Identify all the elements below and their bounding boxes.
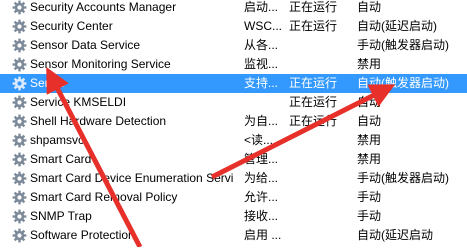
service-name: SNMP Trap [30, 209, 92, 223]
services-list: Security Accounts Manager 启动... 正在运行 自动 Secu… [0, 0, 467, 245]
service-row[interactable]: Smart Card Device Enumeration Servi 为给...… [0, 169, 467, 188]
service-name: Smart Card Removal Policy [30, 190, 178, 204]
service-name: Smart Card Device Enumeration Servi [30, 171, 234, 185]
service-row[interactable]: SNMP Trap 接收... 手动 [0, 207, 467, 226]
service-startup-type: 自动 [357, 114, 382, 128]
gear-service-icon [12, 114, 27, 129]
gear-service-icon [12, 0, 27, 15]
service-row[interactable]: Sensor Monitoring Service 监视... 禁用 [0, 55, 467, 74]
service-startup-type: 自动 [357, 95, 382, 109]
service-name: Smart Card [30, 152, 92, 166]
gear-service-icon [12, 76, 27, 91]
service-status [289, 207, 355, 226]
service-status [289, 169, 355, 188]
service-row[interactable]: Security Center WSC... 正在运行 自动(延迟启动) [0, 17, 467, 36]
service-description: 监视... [244, 57, 279, 71]
service-name: Sensor Monitoring Service [30, 57, 171, 71]
service-status: 正在运行 [289, 0, 338, 14]
service-name: Shell Hardware Detection [30, 114, 167, 128]
service-status [289, 36, 355, 55]
service-description: 接收... [244, 209, 279, 223]
service-description: 为自... [244, 114, 279, 128]
service-description: 为给... [244, 171, 279, 185]
service-status: 正在运行 [289, 95, 338, 109]
service-description: 支持... [244, 76, 279, 90]
gear-service-icon [12, 209, 27, 224]
service-row[interactable]: Server 支持... 正在运行 自动(触发器启动) [0, 74, 467, 93]
gear-service-icon [12, 38, 27, 53]
service-status: 正在运行 [289, 76, 338, 90]
service-status [289, 131, 355, 150]
service-row[interactable]: shpamsvc <读... 禁用 [0, 131, 467, 150]
service-description: 启用 ... [244, 228, 282, 242]
gear-service-icon [12, 133, 27, 148]
gear-service-icon [12, 152, 27, 167]
gear-service-icon [12, 95, 27, 110]
service-description: 管理... [244, 152, 279, 166]
service-row[interactable]: Service KMSELDI 正在运行 自动 [0, 93, 467, 112]
service-row[interactable]: Smart Card Removal Policy 允许... 手动 [0, 188, 467, 207]
service-row[interactable]: Shell Hardware Detection 为自... 正在运行 自动 [0, 112, 467, 131]
gear-service-icon [12, 171, 27, 186]
service-name: Software Protection [30, 228, 135, 242]
service-status [289, 188, 355, 207]
service-row[interactable]: Software Protection 启用 ... 自动(延迟启动 [0, 226, 467, 245]
service-startup-type: 手动 [357, 209, 382, 223]
service-name: Security Center [30, 19, 113, 33]
service-startup-type: 禁用 [357, 133, 382, 147]
service-description: WSC... [244, 19, 282, 33]
gear-service-icon [12, 228, 27, 243]
service-startup-type: 自动(延迟启动) [357, 19, 437, 33]
gear-service-icon [12, 190, 27, 205]
gear-service-icon [12, 57, 27, 72]
service-startup-type: 手动 [357, 190, 382, 204]
service-name: Server [30, 76, 66, 90]
service-row[interactable]: Security Accounts Manager 启动... 正在运行 自动 [0, 0, 467, 17]
service-status: 正在运行 [289, 19, 338, 33]
service-description: 允许... [244, 190, 279, 204]
service-startup-type: 自动 [357, 0, 382, 14]
service-status [289, 150, 355, 169]
service-status [289, 226, 355, 245]
service-name: Security Accounts Manager [30, 0, 177, 14]
service-status: 正在运行 [289, 114, 338, 128]
service-startup-type: 禁用 [357, 57, 382, 71]
service-description: 从各... [244, 38, 279, 52]
service-name: Service KMSELDI [30, 95, 127, 109]
service-description: 启动... [244, 0, 279, 14]
service-row[interactable]: Sensor Data Service 从各... 手动(触发器启动) [0, 36, 467, 55]
service-startup-type: 自动(触发器启动) [357, 76, 449, 90]
gear-service-icon [12, 19, 27, 34]
service-name: Sensor Data Service [30, 38, 141, 52]
service-description: <读... [244, 133, 274, 147]
service-row[interactable]: Smart Card 管理... 禁用 [0, 150, 467, 169]
service-startup-type: 自动(延迟启动 [357, 228, 433, 242]
service-name: shpamsvc [30, 133, 85, 147]
service-startup-type: 手动(触发器启动) [357, 171, 449, 185]
service-status [289, 55, 355, 74]
service-description [244, 93, 284, 112]
service-startup-type: 手动(触发器启动) [357, 38, 449, 52]
service-startup-type: 禁用 [357, 152, 382, 166]
